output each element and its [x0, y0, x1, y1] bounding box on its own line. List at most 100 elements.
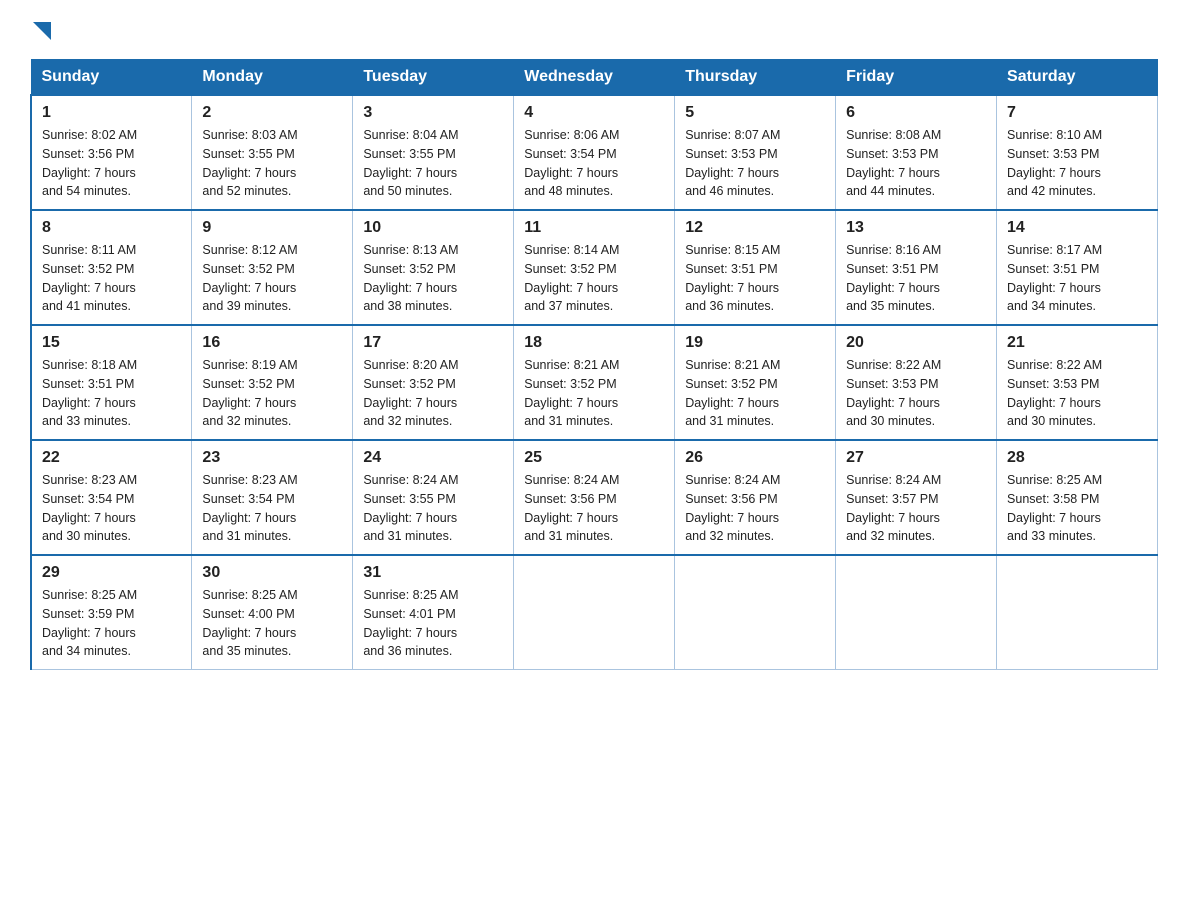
day-info: Sunrise: 8:23 AM Sunset: 3:54 PM Dayligh… — [202, 473, 297, 543]
day-info: Sunrise: 8:14 AM Sunset: 3:52 PM Dayligh… — [524, 243, 619, 313]
header-saturday: Saturday — [997, 60, 1158, 96]
day-number: 15 — [42, 334, 181, 352]
day-info: Sunrise: 8:25 AM Sunset: 3:59 PM Dayligh… — [42, 588, 137, 658]
calendar-cell: 28 Sunrise: 8:25 AM Sunset: 3:58 PM Dayl… — [997, 440, 1158, 555]
day-info: Sunrise: 8:17 AM Sunset: 3:51 PM Dayligh… — [1007, 243, 1102, 313]
day-number: 18 — [524, 334, 664, 352]
day-number: 24 — [363, 449, 503, 467]
header-wednesday: Wednesday — [514, 60, 675, 96]
day-number: 29 — [42, 564, 181, 582]
calendar-cell: 15 Sunrise: 8:18 AM Sunset: 3:51 PM Dayl… — [31, 325, 192, 440]
day-info: Sunrise: 8:13 AM Sunset: 3:52 PM Dayligh… — [363, 243, 458, 313]
day-number: 12 — [685, 219, 825, 237]
day-number: 13 — [846, 219, 986, 237]
calendar-cell: 11 Sunrise: 8:14 AM Sunset: 3:52 PM Dayl… — [514, 210, 675, 325]
day-info: Sunrise: 8:06 AM Sunset: 3:54 PM Dayligh… — [524, 128, 619, 198]
calendar-cell: 23 Sunrise: 8:23 AM Sunset: 3:54 PM Dayl… — [192, 440, 353, 555]
calendar-cell: 14 Sunrise: 8:17 AM Sunset: 3:51 PM Dayl… — [997, 210, 1158, 325]
day-info: Sunrise: 8:08 AM Sunset: 3:53 PM Dayligh… — [846, 128, 941, 198]
day-number: 27 — [846, 449, 986, 467]
calendar-table: Sunday Monday Tuesday Wednesday Thursday… — [30, 59, 1158, 670]
calendar-cell: 9 Sunrise: 8:12 AM Sunset: 3:52 PM Dayli… — [192, 210, 353, 325]
day-number: 31 — [363, 564, 503, 582]
day-number: 16 — [202, 334, 342, 352]
day-number: 4 — [524, 104, 664, 122]
calendar-cell: 29 Sunrise: 8:25 AM Sunset: 3:59 PM Dayl… — [31, 555, 192, 670]
calendar-cell: 13 Sunrise: 8:16 AM Sunset: 3:51 PM Dayl… — [836, 210, 997, 325]
day-info: Sunrise: 8:15 AM Sunset: 3:51 PM Dayligh… — [685, 243, 780, 313]
day-info: Sunrise: 8:22 AM Sunset: 3:53 PM Dayligh… — [1007, 358, 1102, 428]
header-monday: Monday — [192, 60, 353, 96]
logo-arrow-icon — [33, 22, 51, 45]
header-sunday: Sunday — [31, 60, 192, 96]
day-info: Sunrise: 8:03 AM Sunset: 3:55 PM Dayligh… — [202, 128, 297, 198]
header-friday: Friday — [836, 60, 997, 96]
day-number: 20 — [846, 334, 986, 352]
calendar-cell: 4 Sunrise: 8:06 AM Sunset: 3:54 PM Dayli… — [514, 95, 675, 210]
day-number: 30 — [202, 564, 342, 582]
day-info: Sunrise: 8:24 AM Sunset: 3:57 PM Dayligh… — [846, 473, 941, 543]
day-number: 28 — [1007, 449, 1147, 467]
header-tuesday: Tuesday — [353, 60, 514, 96]
calendar-cell: 5 Sunrise: 8:07 AM Sunset: 3:53 PM Dayli… — [675, 95, 836, 210]
page-header — [30, 20, 1158, 43]
calendar-week-row: 8 Sunrise: 8:11 AM Sunset: 3:52 PM Dayli… — [31, 210, 1158, 325]
calendar-cell: 3 Sunrise: 8:04 AM Sunset: 3:55 PM Dayli… — [353, 95, 514, 210]
day-number: 5 — [685, 104, 825, 122]
day-number: 6 — [846, 104, 986, 122]
day-info: Sunrise: 8:20 AM Sunset: 3:52 PM Dayligh… — [363, 358, 458, 428]
calendar-cell: 10 Sunrise: 8:13 AM Sunset: 3:52 PM Dayl… — [353, 210, 514, 325]
day-number: 26 — [685, 449, 825, 467]
day-number: 19 — [685, 334, 825, 352]
day-info: Sunrise: 8:25 AM Sunset: 4:00 PM Dayligh… — [202, 588, 297, 658]
calendar-cell — [836, 555, 997, 670]
day-info: Sunrise: 8:24 AM Sunset: 3:55 PM Dayligh… — [363, 473, 458, 543]
calendar-cell — [997, 555, 1158, 670]
calendar-cell — [675, 555, 836, 670]
day-number: 14 — [1007, 219, 1147, 237]
day-number: 9 — [202, 219, 342, 237]
calendar-cell — [514, 555, 675, 670]
day-info: Sunrise: 8:18 AM Sunset: 3:51 PM Dayligh… — [42, 358, 137, 428]
day-info: Sunrise: 8:24 AM Sunset: 3:56 PM Dayligh… — [524, 473, 619, 543]
calendar-cell: 27 Sunrise: 8:24 AM Sunset: 3:57 PM Dayl… — [836, 440, 997, 555]
calendar-cell: 20 Sunrise: 8:22 AM Sunset: 3:53 PM Dayl… — [836, 325, 997, 440]
day-info: Sunrise: 8:11 AM Sunset: 3:52 PM Dayligh… — [42, 243, 136, 313]
day-info: Sunrise: 8:21 AM Sunset: 3:52 PM Dayligh… — [524, 358, 619, 428]
day-info: Sunrise: 8:04 AM Sunset: 3:55 PM Dayligh… — [363, 128, 458, 198]
day-number: 2 — [202, 104, 342, 122]
day-info: Sunrise: 8:25 AM Sunset: 3:58 PM Dayligh… — [1007, 473, 1102, 543]
day-info: Sunrise: 8:12 AM Sunset: 3:52 PM Dayligh… — [202, 243, 297, 313]
calendar-cell: 8 Sunrise: 8:11 AM Sunset: 3:52 PM Dayli… — [31, 210, 192, 325]
day-info: Sunrise: 8:21 AM Sunset: 3:52 PM Dayligh… — [685, 358, 780, 428]
day-info: Sunrise: 8:10 AM Sunset: 3:53 PM Dayligh… — [1007, 128, 1102, 198]
calendar-cell: 26 Sunrise: 8:24 AM Sunset: 3:56 PM Dayl… — [675, 440, 836, 555]
day-number: 21 — [1007, 334, 1147, 352]
calendar-cell: 7 Sunrise: 8:10 AM Sunset: 3:53 PM Dayli… — [997, 95, 1158, 210]
calendar-cell: 31 Sunrise: 8:25 AM Sunset: 4:01 PM Dayl… — [353, 555, 514, 670]
day-number: 23 — [202, 449, 342, 467]
day-info: Sunrise: 8:02 AM Sunset: 3:56 PM Dayligh… — [42, 128, 137, 198]
day-number: 25 — [524, 449, 664, 467]
day-number: 17 — [363, 334, 503, 352]
calendar-week-row: 1 Sunrise: 8:02 AM Sunset: 3:56 PM Dayli… — [31, 95, 1158, 210]
day-number: 7 — [1007, 104, 1147, 122]
day-number: 1 — [42, 104, 181, 122]
calendar-cell: 21 Sunrise: 8:22 AM Sunset: 3:53 PM Dayl… — [997, 325, 1158, 440]
day-info: Sunrise: 8:23 AM Sunset: 3:54 PM Dayligh… — [42, 473, 137, 543]
calendar-week-row: 22 Sunrise: 8:23 AM Sunset: 3:54 PM Dayl… — [31, 440, 1158, 555]
day-info: Sunrise: 8:24 AM Sunset: 3:56 PM Dayligh… — [685, 473, 780, 543]
day-info: Sunrise: 8:07 AM Sunset: 3:53 PM Dayligh… — [685, 128, 780, 198]
calendar-cell: 25 Sunrise: 8:24 AM Sunset: 3:56 PM Dayl… — [514, 440, 675, 555]
calendar-week-row: 15 Sunrise: 8:18 AM Sunset: 3:51 PM Dayl… — [31, 325, 1158, 440]
calendar-cell: 19 Sunrise: 8:21 AM Sunset: 3:52 PM Dayl… — [675, 325, 836, 440]
calendar-cell: 12 Sunrise: 8:15 AM Sunset: 3:51 PM Dayl… — [675, 210, 836, 325]
day-number: 8 — [42, 219, 181, 237]
calendar-cell: 24 Sunrise: 8:24 AM Sunset: 3:55 PM Dayl… — [353, 440, 514, 555]
header-thursday: Thursday — [675, 60, 836, 96]
calendar-cell: 22 Sunrise: 8:23 AM Sunset: 3:54 PM Dayl… — [31, 440, 192, 555]
day-number: 11 — [524, 219, 664, 237]
calendar-header-row: Sunday Monday Tuesday Wednesday Thursday… — [31, 60, 1158, 96]
calendar-cell: 1 Sunrise: 8:02 AM Sunset: 3:56 PM Dayli… — [31, 95, 192, 210]
calendar-cell: 2 Sunrise: 8:03 AM Sunset: 3:55 PM Dayli… — [192, 95, 353, 210]
